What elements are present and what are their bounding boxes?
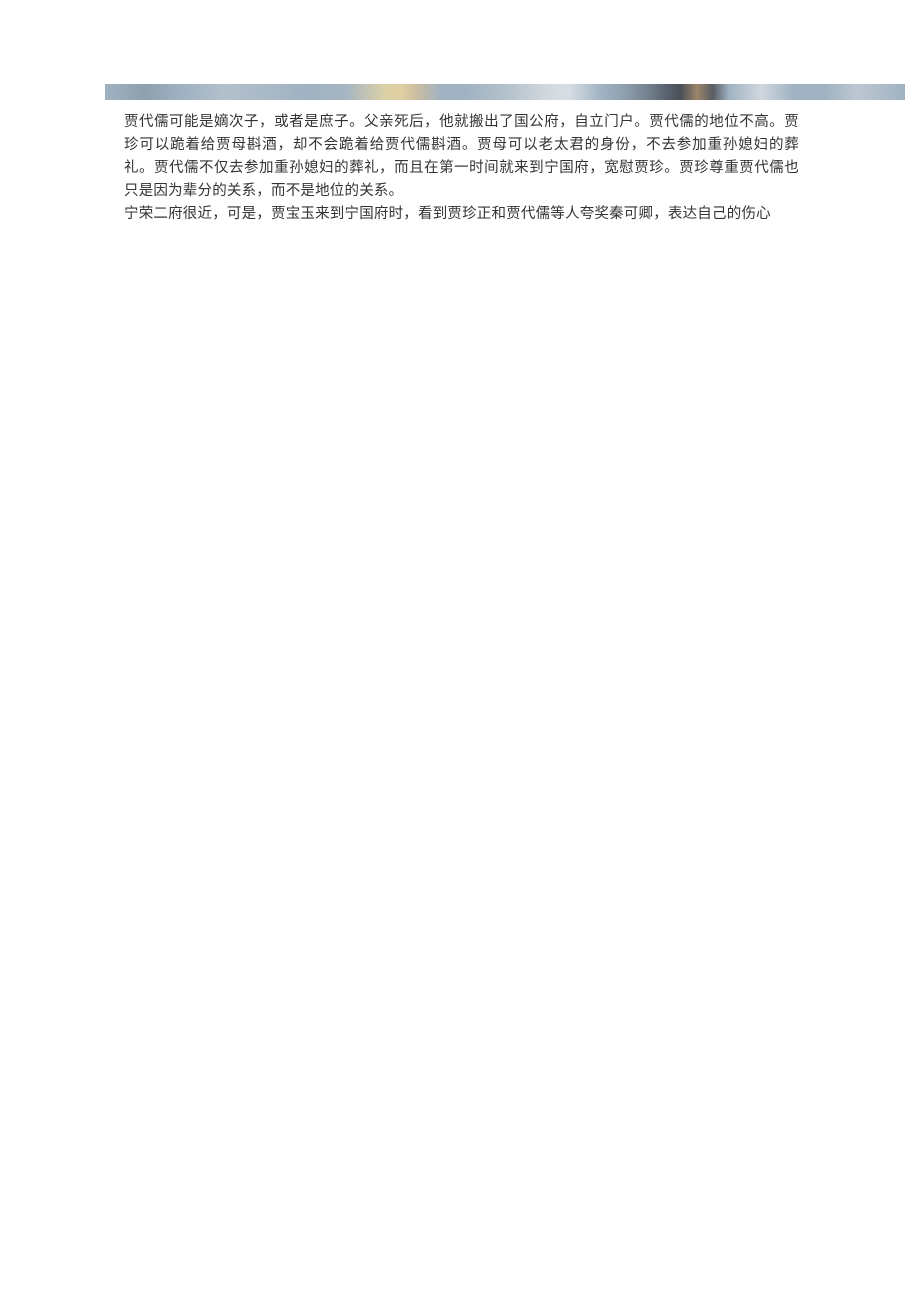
decorative-banner — [105, 84, 905, 100]
paragraph-2: 宁荣二府很近，可是，贾宝玉来到宁国府时，看到贾珍正和贾代儒等人夸奖秦可卿，表达自… — [124, 203, 799, 226]
article-content: 贾代儒可能是嫡次子，或者是庶子。父亲死后，他就搬出了国公府，自立门户。贾代儒的地… — [124, 111, 799, 226]
paragraph-1: 贾代儒可能是嫡次子，或者是庶子。父亲死后，他就搬出了国公府，自立门户。贾代儒的地… — [124, 111, 799, 203]
